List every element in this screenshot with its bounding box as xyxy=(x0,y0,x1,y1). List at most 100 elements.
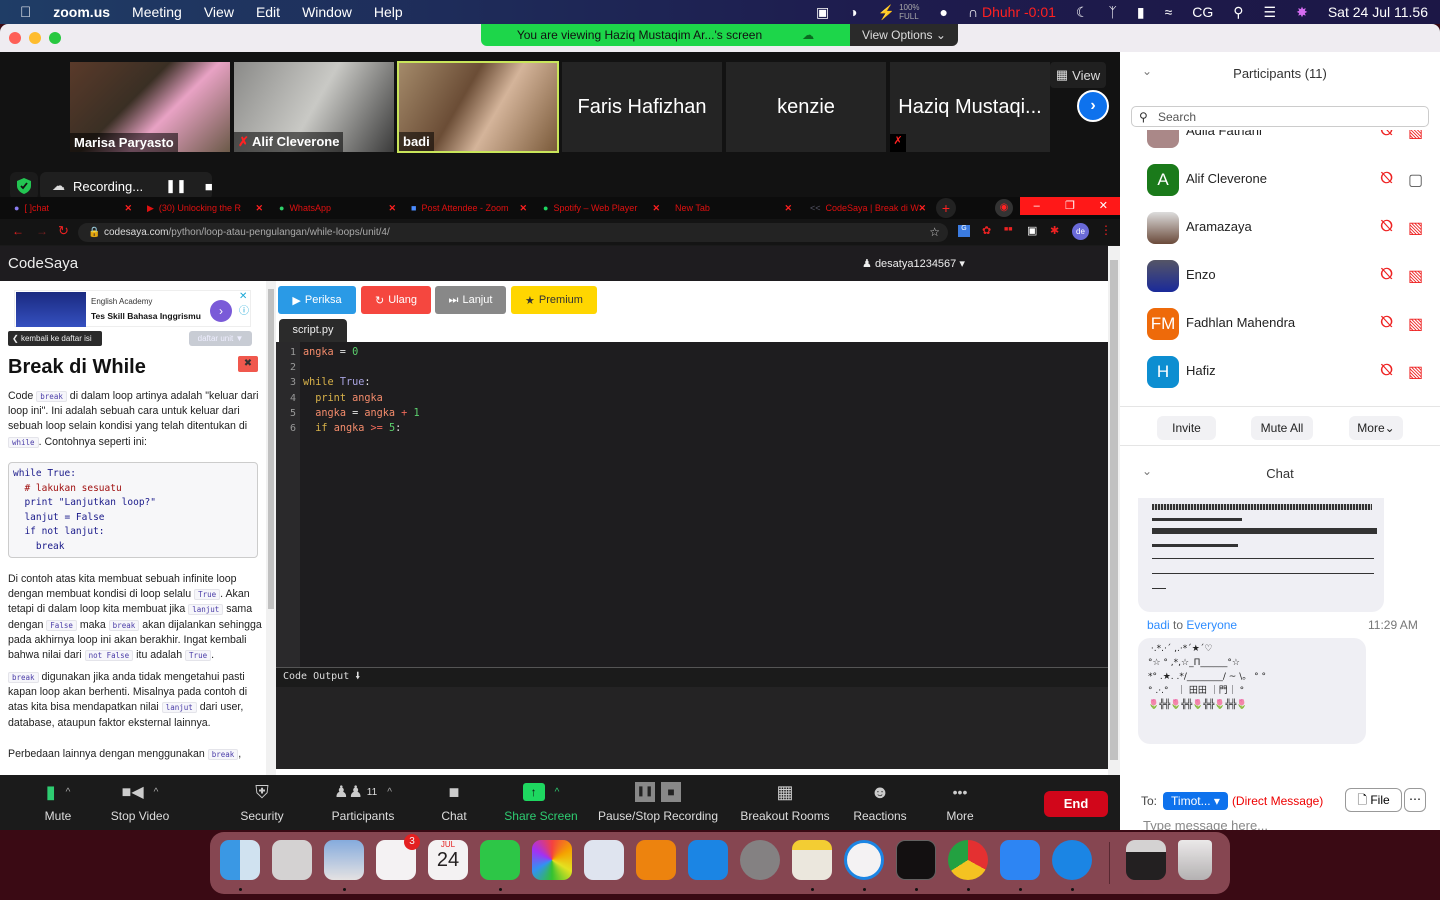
user-menu[interactable]: ♟ desatya1234567 ▾ xyxy=(862,257,965,270)
trash-icon[interactable] xyxy=(1178,840,1212,880)
video-options-caret[interactable]: ^ xyxy=(154,787,159,798)
keynote-icon[interactable] xyxy=(584,840,624,880)
notification-bell-icon[interactable]: ● xyxy=(940,4,948,20)
close-tab-icon[interactable]: ✕ xyxy=(255,203,263,214)
back-to-toc-button[interactable]: ❮ kembali ke daftar isi xyxy=(8,331,102,346)
video-tile[interactable]: Haziq Mustaqi... ✗ xyxy=(890,62,1050,152)
prayer-time[interactable]: ∩ Dhuhr -0:01 xyxy=(968,4,1056,20)
browser-tab-active[interactable]: << CodeSaya | Break di W ✕ xyxy=(810,199,926,217)
app-store-icon[interactable] xyxy=(688,840,728,880)
battery-app[interactable]: ⚡ 100% FULL xyxy=(878,3,920,21)
recent-document-icon[interactable] xyxy=(1126,840,1166,880)
mic-muted-icon[interactable]: ⦰ xyxy=(1380,170,1393,188)
video-off-icon[interactable]: ▧ xyxy=(1408,266,1423,286)
browser-tab[interactable]: ● WhatsApp ✕ xyxy=(279,199,396,217)
ad-go-button[interactable]: › xyxy=(210,300,232,322)
participant-row[interactable]: A Alif Cleverone ⦰ ▢ xyxy=(1120,156,1440,204)
close-tab-icon[interactable]: ✕ xyxy=(388,203,396,214)
terminal-icon[interactable] xyxy=(896,840,936,880)
extension-icon[interactable]: ▣ xyxy=(1027,224,1037,237)
mic-muted-icon[interactable]: ⦰ xyxy=(1380,130,1393,140)
share-options-caret[interactable]: ^ xyxy=(555,787,560,798)
calendar-icon[interactable]: JUL 24 xyxy=(428,840,468,880)
menu-app-name[interactable]: zoom.us xyxy=(53,4,110,20)
unit-list-dropdown[interactable]: daftar unit ▼ xyxy=(189,331,252,346)
photos-icon[interactable] xyxy=(532,840,572,880)
participants-options-caret[interactable]: ^ xyxy=(387,787,392,798)
video-tile[interactable]: kenzie xyxy=(726,62,886,152)
browser-tab[interactable]: ▶ (30) Unlocking the R ✕ xyxy=(147,199,263,217)
participant-row[interactable]: FM Fadhlan Mahendra ⦰ ▧ xyxy=(1120,300,1440,348)
bookmark-star-icon[interactable]: ☆ xyxy=(929,223,940,242)
restore-icon[interactable]: ❐ xyxy=(1053,197,1086,215)
menu-window[interactable]: Window xyxy=(302,4,352,20)
pause-recording-button[interactable]: ❚❚ xyxy=(165,178,187,194)
chat-button[interactable]: ■ Chat xyxy=(424,780,484,824)
browser-tab[interactable]: ● Spotify – Web Player ✕ xyxy=(543,199,660,217)
siri-icon[interactable]: ✸ xyxy=(1296,4,1308,21)
premium-button[interactable]: ★ Premium xyxy=(511,286,597,314)
chat-message-input[interactable]: Type message here... xyxy=(1143,818,1268,830)
security-button[interactable]: ⛨ Security xyxy=(232,780,292,824)
breakout-rooms-button[interactable]: ▦ Breakout Rooms xyxy=(736,780,834,824)
reminders-icon[interactable]: 3 xyxy=(376,834,420,880)
url-input[interactable]: 🔒 codesaya.com/python/loop-atau-pengulang… xyxy=(78,223,948,242)
spotlight-search-icon[interactable]: ⚲ xyxy=(1233,4,1243,21)
mic-muted-icon[interactable]: ⦰ xyxy=(1380,218,1393,236)
participant-row[interactable]: Enzo ⦰ ▧ xyxy=(1120,252,1440,300)
close-window-button[interactable] xyxy=(9,32,21,44)
forward-icon[interactable]: → xyxy=(36,224,48,238)
zoom-window-button[interactable] xyxy=(49,32,61,44)
menu-meeting[interactable]: Meeting xyxy=(132,4,182,20)
lesson-scrollbar[interactable] xyxy=(266,281,276,775)
encryption-shield-icon[interactable] xyxy=(10,172,38,200)
participant-row[interactable]: H Hafiz ⦰ ▧ xyxy=(1120,348,1440,396)
browser-tab[interactable]: New Tab ✕ xyxy=(675,199,792,217)
more-button[interactable]: ••• More xyxy=(935,780,985,823)
send-file-button[interactable]: 🗋 File xyxy=(1345,788,1402,812)
mute-all-button[interactable]: Mute All xyxy=(1251,416,1313,440)
close-lesson-button[interactable]: ✖ xyxy=(238,356,258,372)
preview-icon[interactable] xyxy=(324,840,364,880)
system-preferences-icon[interactable] xyxy=(740,840,780,880)
minimize-icon[interactable]: – xyxy=(1020,197,1053,215)
participant-search-input[interactable]: ⚲ Search xyxy=(1131,106,1429,127)
mic-muted-icon[interactable]: ⦰ xyxy=(1380,266,1393,284)
notes-icon[interactable] xyxy=(792,840,832,880)
app-icon[interactable] xyxy=(1052,840,1092,880)
participant-row[interactable]: Adila Fathani ⦰ ▧ xyxy=(1120,130,1440,156)
chrome-menu-icon[interactable]: ⋮ xyxy=(1100,223,1112,237)
site-logo[interactable]: CodeSaya xyxy=(8,255,78,272)
safari-icon[interactable] xyxy=(844,840,884,880)
message-sender[interactable]: badi xyxy=(1147,618,1170,632)
video-tile-active-speaker[interactable]: badi xyxy=(397,61,559,153)
wifi-icon[interactable]: ≈ xyxy=(1165,4,1173,20)
browser-tab[interactable]: ● [ ]chat ✕ xyxy=(14,199,132,217)
zoom-app-icon[interactable] xyxy=(1000,840,1040,880)
pause-stop-recording-button[interactable]: ❚❚ ■ Pause/Stop Recording xyxy=(594,780,722,823)
zoom-status-icon[interactable]: ▣ xyxy=(816,4,829,21)
output-header[interactable]: Code Output 🠛 xyxy=(276,667,1108,687)
back-icon[interactable]: ← xyxy=(12,224,24,238)
video-off-icon[interactable]: ▧ xyxy=(1408,314,1423,334)
video-tile[interactable]: Marisa Paryasto xyxy=(70,62,230,152)
menu-edit[interactable]: Edit xyxy=(256,4,280,20)
puzzle-extensions-icon[interactable]: ✱ xyxy=(1050,224,1059,237)
file-tab[interactable]: script.py xyxy=(279,319,347,342)
messages-icon[interactable] xyxy=(480,840,520,880)
reactions-button[interactable]: ☻ Reactions xyxy=(848,780,912,824)
mute-options-caret[interactable]: ^ xyxy=(66,787,71,798)
user-initials[interactable]: CG xyxy=(1192,4,1213,20)
ad-banner[interactable]: English Academy Tes Skill Bahasa Inggris… xyxy=(14,290,251,327)
participants-button[interactable]: ♟♟ 11 ^ Participants xyxy=(318,780,408,823)
video-tile[interactable]: Faris Hafizhan xyxy=(562,62,722,152)
code-content[interactable]: angka = 0 while True: print angka angka … xyxy=(303,345,420,436)
browser-tab[interactable]: ■ Post Attendee - Zoom ✕ xyxy=(411,199,527,217)
cloud-status-icon[interactable]: ◑ xyxy=(849,4,857,20)
profile-avatar[interactable]: de xyxy=(1072,223,1089,240)
video-off-icon[interactable]: ▧ xyxy=(1408,218,1423,238)
view-button[interactable]: ▦ View xyxy=(1050,62,1106,88)
video-on-icon[interactable]: ▢ xyxy=(1408,170,1423,190)
invite-button[interactable]: Invite xyxy=(1157,416,1216,440)
close-tab-icon[interactable]: ✕ xyxy=(519,203,527,214)
